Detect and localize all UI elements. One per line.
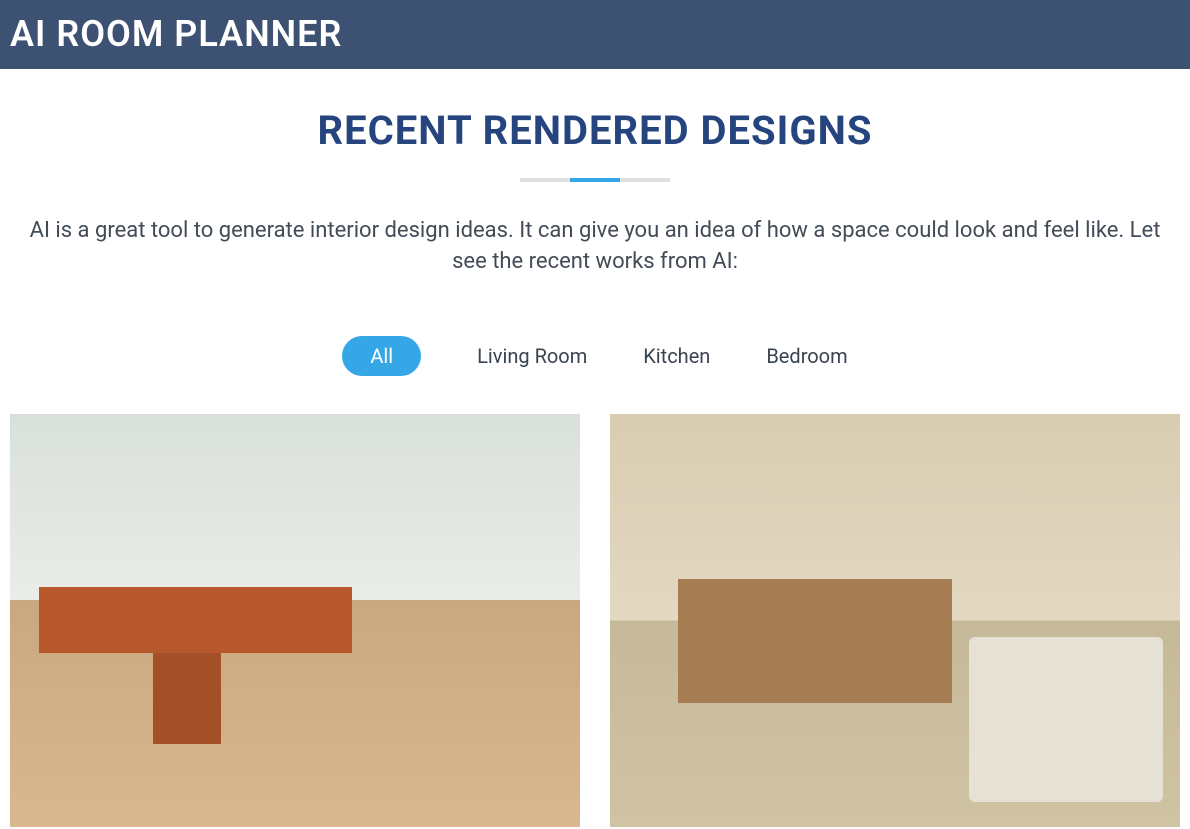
filter-kitchen[interactable]: Kitchen [643,336,710,376]
divider-accent [520,178,670,182]
filter-tabs: All Living Room Kitchen Bedroom [10,336,1180,376]
filter-all[interactable]: All [342,336,421,376]
gallery-item[interactable] [610,414,1180,827]
filter-bedroom[interactable]: Bedroom [766,336,847,376]
gallery-item[interactable] [10,414,580,827]
main-content: RECENT RENDERED DESIGNS AI is a great to… [0,69,1190,827]
app-header: AI ROOM PLANNER [0,0,1190,69]
app-title: AI ROOM PLANNER [10,13,342,55]
filter-living-room[interactable]: Living Room [477,336,587,376]
design-gallery [10,414,1180,827]
section-divider [10,178,1180,182]
section-description: AI is a great tool to generate interior … [10,216,1180,278]
section-title: RECENT RENDERED DESIGNS [10,107,1180,154]
